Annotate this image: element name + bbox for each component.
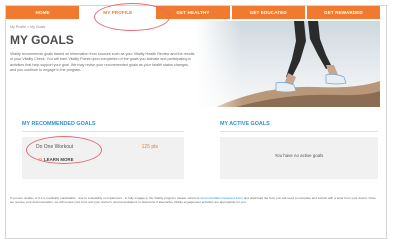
tab-get-educated[interactable]: GET EDUCATED (231, 6, 305, 19)
goal-highlight-circle (26, 136, 102, 164)
breadcrumb[interactable]: My Profile > My Goals (10, 25, 45, 29)
goal-points: 125 pts (141, 144, 158, 150)
hero-runner-image (196, 21, 380, 107)
active-goals-title: MY ACTIVE GOALS (220, 121, 270, 127)
footer-note: If you are unable, or if it is medically… (10, 196, 380, 205)
main-nav: HOME MY PROFILE GET HEALTHY GET EDUCATED… (6, 6, 381, 19)
footer-text-before: If you are unable, or if it is medically… (10, 196, 201, 200)
tab-get-rewarded[interactable]: GET REWARDED (306, 6, 381, 19)
active-goals-card: You have no active goals (220, 137, 378, 179)
no-active-goals-text: You have no active goals (274, 153, 324, 158)
intro-text: Vitality recommends goals based on infor… (10, 52, 195, 73)
recommended-goals-title: MY RECOMMENDED GOALS (22, 121, 96, 127)
tab-highlight-circle (94, 3, 170, 31)
section-divider (220, 131, 378, 132)
accommodation-form-link[interactable]: Accommodation Request Form (200, 196, 243, 200)
section-divider (22, 131, 184, 132)
tab-home[interactable]: HOME (6, 6, 80, 19)
page-title: MY GOALS (10, 33, 74, 47)
